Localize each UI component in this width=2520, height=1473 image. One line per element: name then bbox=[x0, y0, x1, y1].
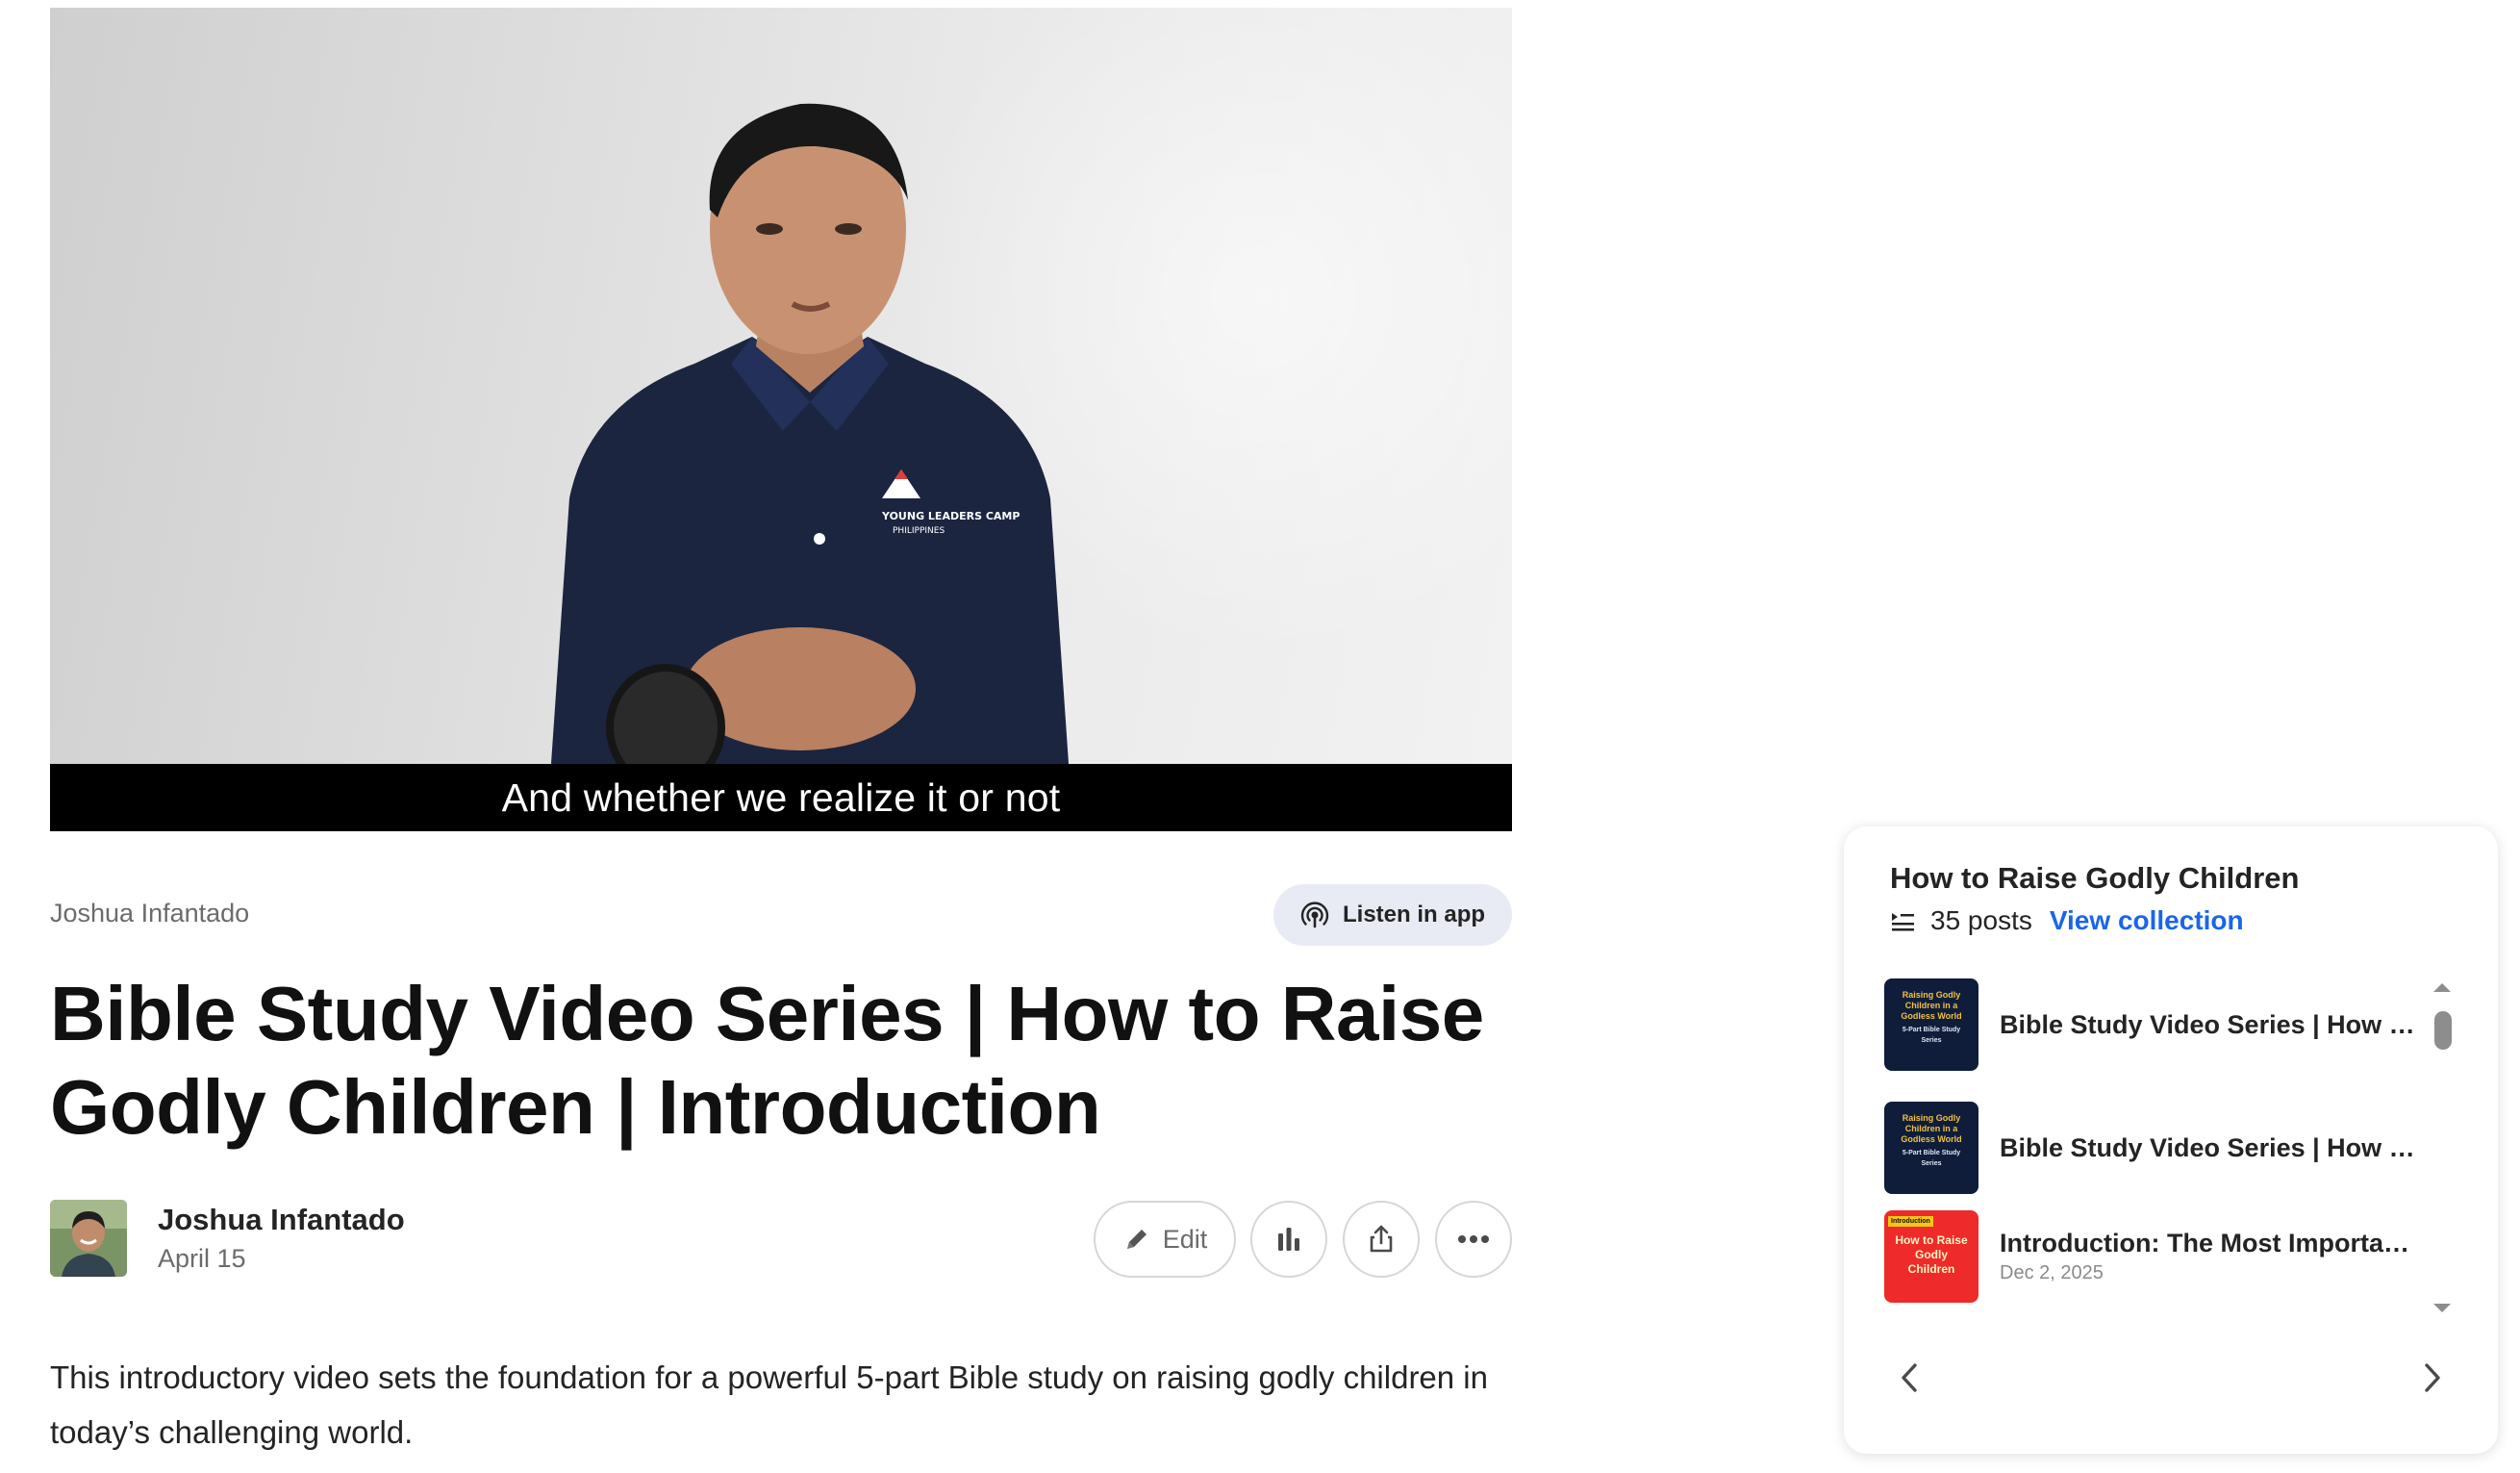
stats-button[interactable] bbox=[1250, 1201, 1327, 1278]
presenter-figure: YOUNG LEADERS CAMP PHILIPPINES bbox=[550, 103, 1070, 764]
article-body: This introductory video sets the foundat… bbox=[50, 1359, 1488, 1450]
thumb-tag: Introduction bbox=[1888, 1216, 1933, 1227]
view-collection-link[interactable]: View collection bbox=[2050, 905, 2244, 936]
publish-date: April 15 bbox=[158, 1244, 246, 1273]
thumb-title: How to Raise Godly Children bbox=[1895, 1233, 1968, 1276]
pencil-icon bbox=[1126, 1230, 1147, 1249]
video-caption: And whether we realize it or not bbox=[501, 775, 1061, 820]
caption-bar: And whether we realize it or not bbox=[50, 764, 1512, 831]
thumb-subtitle: 5-Part Bible Study Series bbox=[1902, 1027, 1961, 1044]
shirt-logo-line2: PHILIPPINES bbox=[893, 526, 945, 536]
scroll-up-arrow[interactable] bbox=[2432, 980, 2453, 994]
scroll-down-arrow[interactable] bbox=[2432, 1302, 2453, 1315]
shirt-logo-line1: YOUNG LEADERS CAMP bbox=[881, 510, 1020, 522]
chevron-right-icon[interactable] bbox=[2421, 1361, 2444, 1394]
collection-title[interactable]: How to Raise Godly Children bbox=[1890, 861, 2299, 896]
video-player[interactable]: YOUNG LEADERS CAMP PHILIPPINES And wheth… bbox=[50, 8, 1512, 831]
avatar[interactable] bbox=[50, 1200, 127, 1277]
share-button[interactable] bbox=[1343, 1201, 1420, 1278]
collection-item[interactable]: Introduction How to Raise Godly Children… bbox=[1884, 1209, 2423, 1304]
thumb-subtitle: 5-Part Bible Study Series bbox=[1902, 1150, 1961, 1167]
scrollbar-thumb[interactable] bbox=[2434, 1011, 2452, 1050]
listen-label: Listen in app bbox=[1343, 902, 1486, 927]
page: YOUNG LEADERS CAMP PHILIPPINES And wheth… bbox=[0, 0, 2520, 1473]
video-frame[interactable]: YOUNG LEADERS CAMP PHILIPPINES bbox=[50, 8, 1512, 764]
listen-in-app-button[interactable]: Listen in app bbox=[1273, 884, 1512, 946]
bar-chart-icon bbox=[1278, 1228, 1299, 1251]
more-options-button[interactable] bbox=[1435, 1201, 1512, 1278]
item-date: Dec 2, 2025 bbox=[2000, 1262, 2104, 1283]
thumb-title: Raising Godly Children in a Godless Worl… bbox=[1901, 1113, 1962, 1144]
edit-label: Edit bbox=[1162, 1224, 1208, 1254]
collection-list: Raising Godly Children in a Godless Worl… bbox=[1884, 977, 2432, 1303]
collection-count: 35 posts bbox=[1930, 905, 2032, 935]
thumb-title: Raising Godly Children in a Godless Worl… bbox=[1901, 990, 1962, 1021]
item-title: Bible Study Video Series | How to Raise … bbox=[2000, 1132, 2423, 1162]
list-icon bbox=[1892, 913, 1914, 931]
collection-card: How to Raise Godly Children 35 posts Vie… bbox=[1844, 826, 2498, 1454]
share-icon bbox=[1370, 1225, 1393, 1253]
item-thumbnail: Raising Godly Children in a Godless Worl… bbox=[1884, 1102, 1978, 1194]
collection-meta: 35 posts View collection bbox=[1890, 905, 2244, 936]
item-title: Bible Study Video Series | How to Raise … bbox=[2000, 1009, 2423, 1039]
author-byline[interactable]: Joshua Infantado bbox=[50, 899, 249, 928]
avatar-image bbox=[50, 1200, 127, 1277]
more-horizontal-icon bbox=[1458, 1235, 1489, 1243]
item-title: Introduction: The Most Important Job You… bbox=[2000, 1229, 2423, 1257]
collection-item[interactable]: Raising Godly Children in a Godless Worl… bbox=[1884, 977, 2423, 1073]
collection-item[interactable]: Raising Godly Children in a Godless Worl… bbox=[1884, 1100, 2423, 1196]
podcast-icon bbox=[1300, 902, 1329, 928]
article-title: Bible Study Video Series | How to Raise … bbox=[50, 971, 1484, 1150]
item-thumbnail: Introduction How to Raise Godly Children bbox=[1884, 1210, 1978, 1303]
item-thumbnail: Raising Godly Children in a Godless Worl… bbox=[1884, 978, 1978, 1071]
chevron-left-icon[interactable] bbox=[1898, 1361, 1921, 1394]
author-name[interactable]: Joshua Infantado bbox=[158, 1203, 405, 1237]
edit-button[interactable]: Edit bbox=[1094, 1201, 1236, 1278]
